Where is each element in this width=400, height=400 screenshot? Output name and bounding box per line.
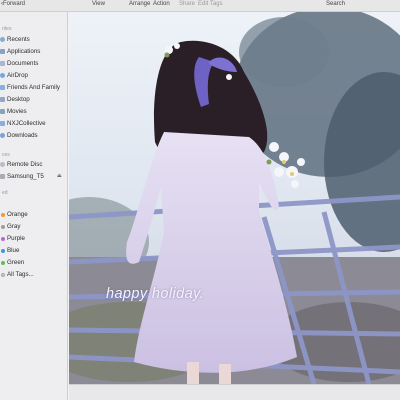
- green-tag-dot-icon: [1, 261, 5, 265]
- sidebar-item-movies[interactable]: Movies: [0, 107, 67, 117]
- sidebar-item-label: All Tags...: [7, 271, 34, 278]
- action-button[interactable]: Action: [153, 1, 170, 7]
- sidebar-item-tag-orange[interactable]: Orange: [0, 210, 67, 220]
- sidebar-item-label: Applications: [7, 48, 41, 55]
- share-button[interactable]: Share: [179, 1, 195, 7]
- sidebar-item-label: Friends And Family: [7, 84, 60, 91]
- sidebar-item-applications[interactable]: Applications: [0, 47, 67, 57]
- sidebar-item-label: Recents: [7, 36, 30, 43]
- favorites-header: rites: [2, 26, 12, 32]
- folder-icon: [0, 121, 5, 126]
- disc-icon: [0, 162, 5, 167]
- sidebar-item-downloads[interactable]: Downloads: [0, 131, 67, 141]
- sidebar-item-label: AirDrop: [7, 72, 28, 79]
- photo-preview: [69, 12, 400, 384]
- edit-tags-button[interactable]: Edit Tags: [198, 1, 223, 7]
- view-button[interactable]: View: [92, 1, 105, 7]
- finder-window: ‹Forward View Arrange Action Share Edit …: [0, 0, 400, 400]
- sidebar-item-label: Blue: [7, 247, 20, 254]
- sidebar-item-remote-disc[interactable]: Remote Disc: [0, 160, 67, 170]
- sidebar: rites Recents Applications Documents Air…: [0, 12, 68, 400]
- photo-image: [69, 12, 400, 384]
- applications-icon: [0, 49, 5, 54]
- devices-header: ces: [2, 152, 10, 158]
- orange-tag-dot-icon: [1, 213, 5, 217]
- sidebar-item-label: Remote Disc: [7, 161, 43, 168]
- search-field[interactable]: Search: [326, 1, 345, 7]
- blue-tag-dot-icon: [1, 249, 5, 253]
- drive-icon: [0, 174, 5, 179]
- sidebar-item-label: NXJCollective: [7, 120, 46, 127]
- sidebar-item-all-tags[interactable]: All Tags...: [0, 270, 67, 280]
- purple-tag-dot-icon: [1, 237, 5, 241]
- sidebar-item-nxjcollective[interactable]: NXJCollective: [0, 119, 67, 129]
- document-icon: [0, 61, 5, 66]
- sidebar-item-tag-gray[interactable]: Gray: [0, 222, 67, 232]
- status-bar: [69, 384, 400, 400]
- all-tags-icon: [1, 273, 5, 277]
- sidebar-item-label: Orange: [7, 211, 28, 218]
- window-title: ‹Forward: [1, 1, 26, 7]
- sidebar-item-tag-purple[interactable]: Purple: [0, 234, 67, 244]
- tags-header: ed: [2, 190, 8, 196]
- sidebar-item-friends-and-family[interactable]: Friends And Family: [0, 83, 67, 93]
- sidebar-item-label: Documents: [7, 60, 39, 67]
- airdrop-icon: [0, 73, 5, 78]
- movies-icon: [0, 109, 5, 114]
- downloads-icon: [0, 133, 5, 138]
- sidebar-item-label: Samsung_T5: [7, 173, 44, 180]
- arrange-button[interactable]: Arrange: [129, 1, 150, 7]
- sidebar-item-label: Desktop: [7, 96, 30, 103]
- sidebar-item-desktop[interactable]: Desktop: [0, 95, 67, 105]
- sidebar-item-airdrop[interactable]: AirDrop: [0, 71, 67, 81]
- desktop-icon: [0, 97, 5, 102]
- sidebar-item-label: Purple: [7, 235, 25, 242]
- folder-icon: [0, 85, 5, 90]
- sidebar-item-label: Downloads: [7, 132, 38, 139]
- sidebar-item-samsung-t5[interactable]: Samsung_T5 ⏏: [0, 172, 67, 182]
- clock-icon: [0, 37, 5, 42]
- sidebar-item-label: Movies: [7, 108, 27, 115]
- sidebar-item-tag-green[interactable]: Green: [0, 258, 67, 268]
- sidebar-item-label: Gray: [7, 223, 21, 230]
- sidebar-item-tag-blue[interactable]: Blue: [0, 246, 67, 256]
- eject-icon[interactable]: ⏏: [57, 173, 62, 179]
- sidebar-item-recents[interactable]: Recents: [0, 35, 67, 45]
- sidebar-item-label: Green: [7, 259, 25, 266]
- photo-caption: happy holiday.: [106, 286, 205, 302]
- toolbar: ‹Forward View Arrange Action Share Edit …: [0, 0, 400, 12]
- gray-tag-dot-icon: [1, 225, 5, 229]
- sidebar-item-documents[interactable]: Documents: [0, 59, 67, 69]
